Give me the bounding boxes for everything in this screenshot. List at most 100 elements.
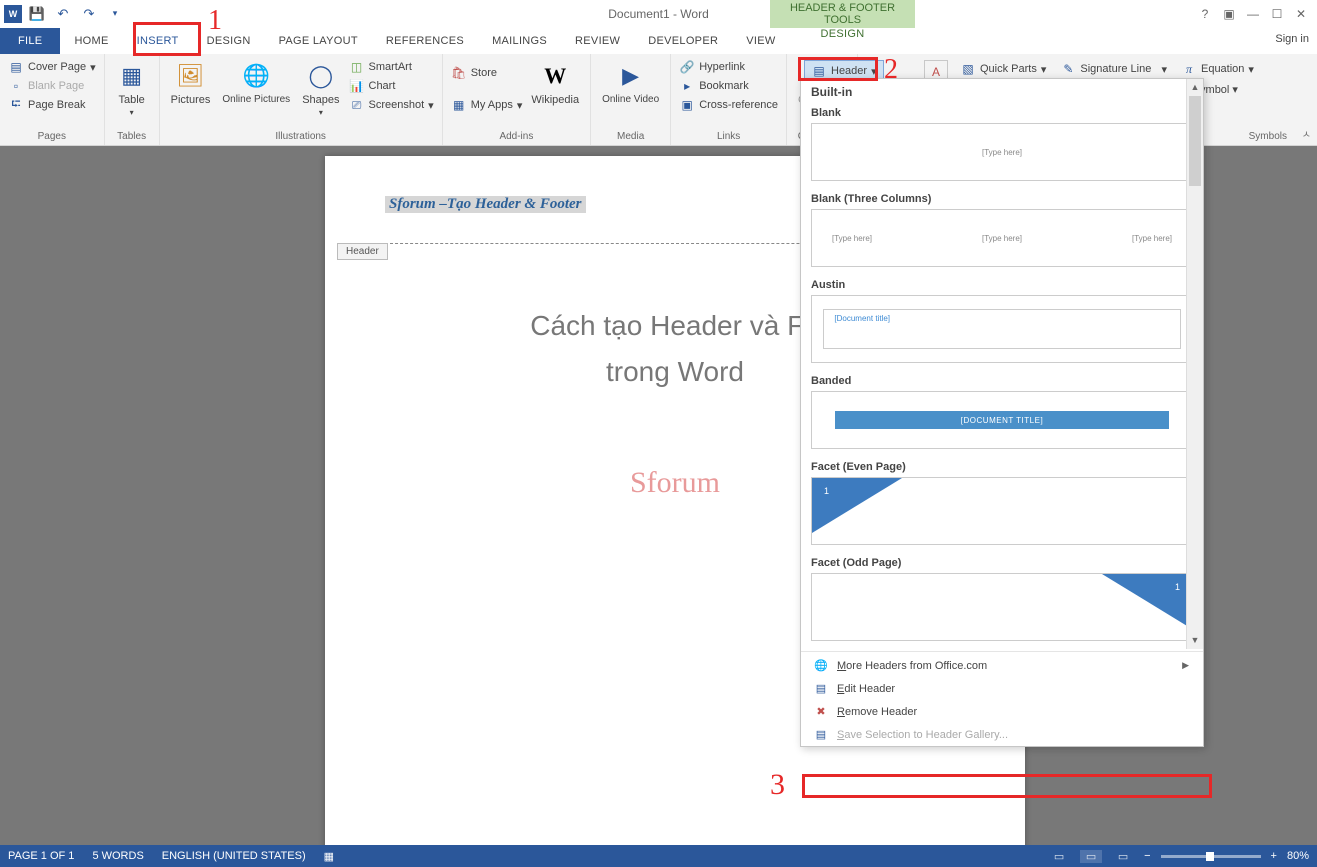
gallery-edit-header[interactable]: ▤ Edit Header xyxy=(801,677,1203,700)
group-label-symbols: Symbols xyxy=(1249,131,1287,142)
redo-icon[interactable]: ↷ xyxy=(78,3,100,25)
tab-design[interactable]: DESIGN xyxy=(193,28,265,54)
screenshot-icon: ⎚ xyxy=(349,97,365,113)
shapes-button[interactable]: ◯Shapes▾ xyxy=(297,58,344,119)
scroll-up-icon[interactable]: ▲ xyxy=(1187,79,1203,96)
group-label-tables: Tables xyxy=(111,129,153,145)
online-video-button[interactable]: ▶Online Video xyxy=(597,58,664,107)
gallery-item-label-blank3: Blank (Three Columns) xyxy=(801,189,1203,207)
equation-button[interactable]: πEquation ▾ xyxy=(1179,60,1256,78)
gallery-preview-facet-even[interactable]: 1 xyxy=(811,477,1193,545)
table-button[interactable]: ▦Table▾ xyxy=(111,58,153,119)
tab-review[interactable]: REVIEW xyxy=(561,28,634,54)
view-read-icon[interactable]: ▭ xyxy=(1048,850,1070,863)
gallery-preview-blank[interactable]: [Type here] xyxy=(811,123,1193,181)
title-bar: W 💾 ↶ ↷ ▾ Document1 - Word HEADER & FOOT… xyxy=(0,0,1317,28)
zoom-in-icon[interactable]: + xyxy=(1271,850,1277,862)
pictures-button[interactable]: 🖼Pictures xyxy=(166,58,216,108)
group-label-pages: Pages xyxy=(6,129,98,145)
cross-reference-button[interactable]: ▣Cross-reference xyxy=(677,96,780,114)
scroll-down-icon[interactable]: ▼ xyxy=(1187,632,1203,649)
window-title: Document1 - Word xyxy=(608,7,708,21)
gallery-more-headers[interactable]: 🌐 More Headers from Office.com ▶ xyxy=(801,654,1203,677)
tab-references[interactable]: REFERENCES xyxy=(372,28,478,54)
zoom-level[interactable]: 80% xyxy=(1287,850,1309,862)
close-icon[interactable]: ✕ xyxy=(1291,7,1311,21)
tab-developer[interactable]: DEVELOPER xyxy=(634,28,732,54)
smartart-button[interactable]: ◫SmartArt xyxy=(347,58,436,76)
status-language[interactable]: ENGLISH (UNITED STATES) xyxy=(162,850,306,862)
annotation-label-3: 3 xyxy=(770,768,785,802)
gallery-item-label-facet-odd: Facet (Odd Page) xyxy=(801,553,1203,571)
scroll-thumb[interactable] xyxy=(1189,96,1201,186)
edit-header-icon: ▤ xyxy=(813,682,829,695)
help-icon[interactable]: ? xyxy=(1195,7,1215,21)
hyperlink-icon: 🔗 xyxy=(679,59,695,75)
gallery-preview-austin[interactable]: [Document title] xyxy=(811,295,1193,363)
status-macro-icon[interactable]: ▦ xyxy=(324,850,334,863)
header-gallery: Built-in Blank [Type here] Blank (Three … xyxy=(800,78,1204,747)
save-icon[interactable]: 💾 xyxy=(26,3,48,25)
chart-icon: 📊 xyxy=(349,78,365,94)
blank-page-button[interactable]: ▫Blank Page xyxy=(6,77,98,95)
page-break-button[interactable]: ⮓Page Break xyxy=(6,96,98,114)
status-words[interactable]: 5 WORDS xyxy=(92,850,143,862)
hyperlink-button[interactable]: 🔗Hyperlink xyxy=(677,58,780,76)
tab-design-context[interactable]: DESIGN xyxy=(770,28,915,40)
gallery-preview-banded[interactable]: [DOCUMENT TITLE] xyxy=(811,391,1193,449)
view-web-icon[interactable]: ▭ xyxy=(1112,850,1134,863)
tab-file[interactable]: FILE xyxy=(0,28,60,54)
group-illustrations: 🖼Pictures 🌐Online Pictures ◯Shapes▾ ◫Sma… xyxy=(160,54,443,145)
ribbon-collapse-icon[interactable]: ㅅ xyxy=(1302,126,1311,141)
group-media: ▶Online Video Media xyxy=(591,54,671,145)
undo-icon[interactable]: ↶ xyxy=(52,3,74,25)
bookmark-icon: ▸ xyxy=(679,78,695,94)
ribbon-options-icon[interactable]: ▣ xyxy=(1219,7,1239,21)
gallery-remove-header[interactable]: ✖ Remove Header xyxy=(801,700,1203,723)
store-icon: 🛍 xyxy=(451,65,467,81)
office-icon: 🌐 xyxy=(813,659,829,672)
my-apps-button[interactable]: ▦My Apps ▾ xyxy=(449,96,525,114)
cover-page-icon: ▤ xyxy=(8,59,24,75)
header-text[interactable]: Sforum –Tạo Header & Footer xyxy=(385,196,586,213)
group-label-illustrations: Illustrations xyxy=(166,129,436,145)
signature-line-button[interactable]: ✎Signature Line ▾ xyxy=(1058,60,1169,78)
cover-page-button[interactable]: ▤Cover Page ▾ xyxy=(6,58,98,76)
group-label-addins: Add-ins xyxy=(449,129,584,145)
zoom-slider[interactable] xyxy=(1161,855,1261,858)
tab-home[interactable]: HOME xyxy=(60,28,122,54)
store-button[interactable]: 🛍Store xyxy=(449,64,525,82)
ribbon-tabs: FILE HOME INSERT DESIGN PAGE LAYOUT REFE… xyxy=(0,28,1317,54)
sign-in-link[interactable]: Sign in xyxy=(1275,33,1309,45)
tab-page-layout[interactable]: PAGE LAYOUT xyxy=(265,28,372,54)
chart-button[interactable]: 📊Chart xyxy=(347,77,436,95)
group-tables: ▦Table▾ Tables xyxy=(105,54,160,145)
quick-parts-button[interactable]: ▧Quick Parts ▾ xyxy=(958,60,1048,78)
annotation-label-1: 1 xyxy=(208,5,222,37)
wikipedia-icon: W xyxy=(539,60,571,92)
gallery-preview-facet-odd[interactable]: 1 xyxy=(811,573,1193,641)
gallery-preview-blank3[interactable]: [Type here] [Type here] [Type here] xyxy=(811,209,1193,267)
group-pages: ▤Cover Page ▾ ▫Blank Page ⮓Page Break Pa… xyxy=(0,54,105,145)
remove-header-icon: ✖ xyxy=(813,705,829,718)
tab-mailings[interactable]: MAILINGS xyxy=(478,28,561,54)
wikipedia-button[interactable]: WWikipedia xyxy=(526,58,584,108)
zoom-out-icon[interactable]: − xyxy=(1144,850,1150,862)
maximize-icon[interactable]: ☐ xyxy=(1267,7,1287,21)
qat-customize-icon[interactable]: ▾ xyxy=(104,3,126,25)
online-pictures-icon: 🌐 xyxy=(240,60,272,92)
gallery-scrollbar[interactable]: ▲ ▼ xyxy=(1186,79,1203,649)
screenshot-button[interactable]: ⎚Screenshot ▾ xyxy=(347,96,436,114)
quick-parts-icon: ▧ xyxy=(960,61,976,77)
pictures-icon: 🖼 xyxy=(175,60,207,92)
shapes-icon: ◯ xyxy=(305,60,337,92)
online-video-icon: ▶ xyxy=(615,60,647,92)
online-pictures-button[interactable]: 🌐Online Pictures xyxy=(217,58,295,107)
tab-insert[interactable]: INSERT xyxy=(123,28,193,54)
header-tab-label: Header xyxy=(337,243,388,260)
status-bar: PAGE 1 OF 1 5 WORDS ENGLISH (UNITED STAT… xyxy=(0,845,1317,867)
status-page[interactable]: PAGE 1 OF 1 xyxy=(8,850,74,862)
minimize-icon[interactable]: — xyxy=(1243,7,1263,21)
bookmark-button[interactable]: ▸Bookmark xyxy=(677,77,780,95)
view-print-icon[interactable]: ▭ xyxy=(1080,850,1102,863)
